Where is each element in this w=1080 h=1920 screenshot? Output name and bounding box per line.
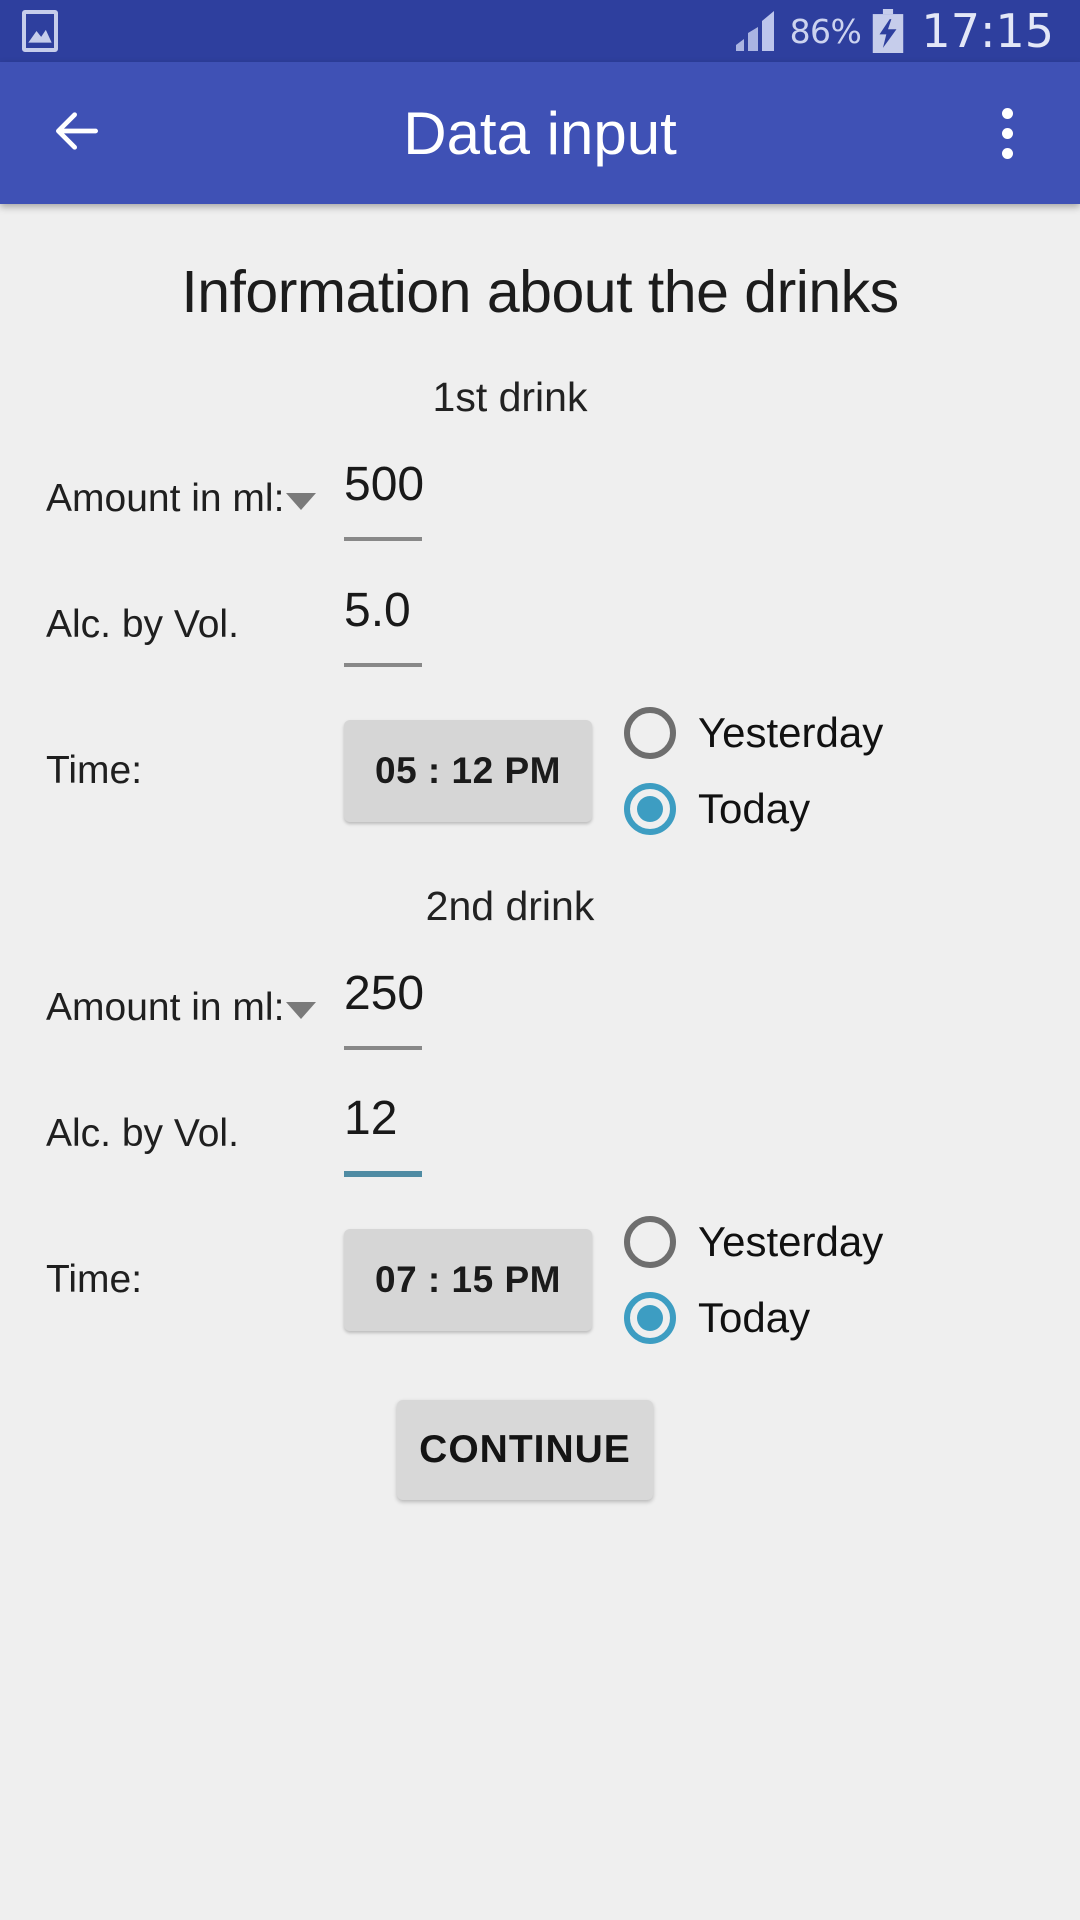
radio-circle-checked-icon: [624, 1292, 676, 1344]
amount-value: 500: [344, 458, 425, 512]
radio-yesterday-2[interactable]: Yesterday: [624, 1216, 883, 1268]
overflow-dot: [1001, 107, 1013, 119]
time-picker-button-1[interactable]: 05 : 12 PM: [344, 720, 592, 822]
page-title: Data input: [403, 99, 677, 167]
continue-button[interactable]: CONTINUE: [397, 1400, 653, 1500]
radio-label: Today: [698, 1294, 811, 1341]
amount-value: 250: [344, 967, 425, 1021]
alcohol-label: Alc. by Vol.: [46, 1112, 239, 1155]
radio-label: Yesterday: [698, 1218, 884, 1265]
field-underline: [344, 536, 422, 541]
status-bar-left: [22, 10, 58, 52]
alcohol-row: Alc. by Vol. 5.0: [0, 577, 1080, 673]
amount-row: Amount in ml: 250: [0, 960, 1080, 1056]
app-bar: Data input: [0, 62, 1080, 204]
status-bar: 86% 17:15: [0, 0, 1080, 62]
alcohol-input-2[interactable]: 12: [344, 1091, 424, 1177]
time-picker-button-2[interactable]: 07 : 15 PM: [344, 1229, 592, 1331]
back-button[interactable]: [38, 94, 116, 172]
photo-icon: [22, 10, 58, 52]
battery-charging-icon: [871, 9, 905, 53]
overflow-menu-icon[interactable]: [974, 90, 1040, 176]
radio-label: Yesterday: [698, 709, 884, 756]
radio-today-2[interactable]: Today: [624, 1292, 883, 1344]
status-bar-clock: 17:15: [921, 4, 1054, 58]
time-row: Time: 07 : 15 PM Yesterday Today: [0, 1216, 1080, 1344]
phone-screen: 86% 17:15 Data input Information about t…: [0, 0, 1080, 1920]
amount-input-2[interactable]: 250: [344, 966, 425, 1050]
amount-label: Amount in ml:: [46, 477, 285, 520]
field-underline-focused: [344, 1170, 422, 1177]
radio-circle-icon: [624, 1216, 676, 1268]
radio-circle-icon: [624, 707, 676, 759]
alcohol-input-1[interactable]: 5.0: [344, 583, 424, 667]
alcohol-label: Alc. by Vol.: [46, 603, 239, 646]
time-label: Time:: [46, 1258, 143, 1301]
amount-label: Amount in ml:: [46, 986, 285, 1029]
drink-heading: 2nd drink: [425, 883, 595, 929]
overflow-dot: [1001, 127, 1013, 139]
radio-today-1[interactable]: Today: [624, 783, 883, 835]
continue-button-wrapper: CONTINUE: [0, 1400, 1080, 1500]
status-bar-right: 86% 17:15: [735, 4, 1054, 58]
alcohol-row: Alc. by Vol. 12: [0, 1086, 1080, 1182]
day-radio-group-2: Yesterday Today: [624, 1216, 883, 1344]
alcohol-value: 12: [344, 1092, 398, 1146]
field-underline: [344, 662, 422, 667]
radio-yesterday-1[interactable]: Yesterday: [624, 707, 883, 759]
amount-input-1[interactable]: 500: [344, 457, 425, 541]
radio-label: Today: [698, 785, 811, 832]
signal-icon: [735, 11, 780, 51]
time-row: Time: 05 : 12 PM Yesterday Today: [0, 707, 1080, 835]
battery-percent-label: 86%: [789, 11, 862, 51]
amount-label-group[interactable]: Amount in ml:: [46, 477, 317, 521]
back-arrow-icon: [49, 103, 105, 164]
overflow-dot: [1001, 147, 1013, 159]
drink-heading: 1st drink: [432, 374, 588, 420]
drink-section-2: 2nd drink Amount in ml: 250 Alc. by Vol.…: [0, 883, 1080, 1344]
radio-circle-checked-icon: [624, 783, 676, 835]
amount-label-group[interactable]: Amount in ml:: [46, 986, 317, 1030]
drink-section-1: 1st drink Amount in ml: 500 Alc. by Vol.…: [0, 374, 1080, 835]
field-underline: [344, 1045, 422, 1050]
amount-row: Amount in ml: 500: [0, 451, 1080, 547]
day-radio-group-1: Yesterday Today: [624, 707, 883, 835]
time-label: Time:: [46, 749, 143, 792]
alcohol-value: 5.0: [344, 584, 411, 638]
section-heading: Information about the drinks: [181, 259, 899, 325]
chevron-down-icon[interactable]: [286, 492, 317, 510]
main-content: Information about the drinks 1st drink A…: [0, 204, 1080, 1920]
chevron-down-icon[interactable]: [286, 1001, 317, 1019]
